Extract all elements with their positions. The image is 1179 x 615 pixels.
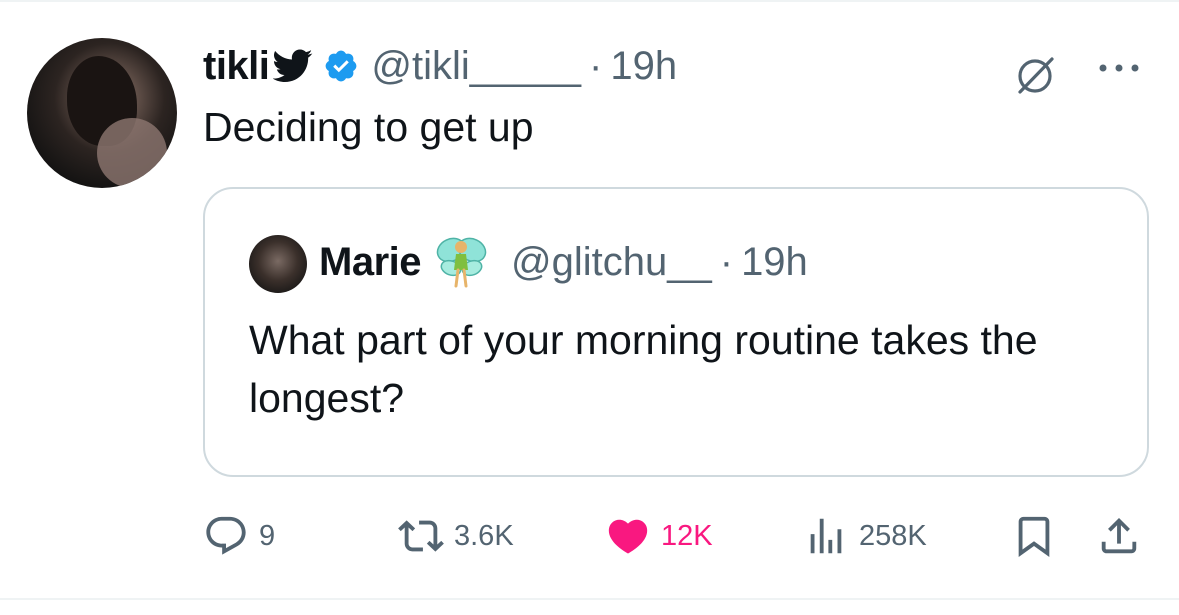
quoted-tweet-time[interactable]: 19h [741,240,808,285]
bottom-divider [0,598,1179,600]
grok-icon[interactable] [1010,50,1060,100]
repost-icon [398,520,444,552]
top-divider [0,0,1179,2]
quoted-tweet-text: What part of your morning routine takes … [249,317,1038,421]
quoted-tweet-card[interactable]: Marie @glitchu__ · 19h What part of your… [203,187,1149,477]
bookmark-icon [1018,516,1050,557]
author-handle[interactable]: @tikli_____ [371,44,581,89]
repost-button[interactable]: 3.6K [398,508,514,564]
like-button[interactable]: 12K [605,508,713,564]
reply-button[interactable]: 9 [203,508,275,564]
reply-count: 9 [259,519,276,552]
views-button[interactable]: 258K [803,508,927,564]
heart-icon [608,519,648,554]
action-bar: 9 3.6K 12K 258K [203,508,1153,564]
views-icon [810,518,842,554]
tweet-text: Deciding to get up [203,104,534,150]
tweet-header: tikli @tikli_____ · 19h [203,38,677,94]
verified-badge-icon[interactable] [323,48,359,84]
header-separator: · [589,43,603,88]
bird-icon [272,49,313,83]
share-icon [1101,517,1137,554]
fairy-emoji-icon [429,230,493,294]
tweet-time[interactable]: 19h [610,44,677,89]
share-button[interactable] [1096,508,1142,564]
author-display-name[interactable]: tikli [203,44,270,89]
quoted-tweet-header: Marie @glitchu__ · 19h [319,234,808,290]
author-avatar[interactable] [27,38,177,188]
avatar-shoulder-shape [97,118,167,188]
reply-icon [206,516,246,555]
quoted-author-handle[interactable]: @glitchu__ [511,240,712,285]
quoted-header-separator: · [719,239,734,284]
views-count: 258K [859,519,927,552]
like-count: 12K [661,519,713,552]
repost-count: 3.6K [454,519,514,552]
bookmark-button[interactable] [1011,508,1057,564]
quoted-author-display-name[interactable]: Marie [319,240,422,285]
more-icon[interactable] [1093,58,1145,78]
quoted-author-avatar[interactable] [249,235,307,293]
